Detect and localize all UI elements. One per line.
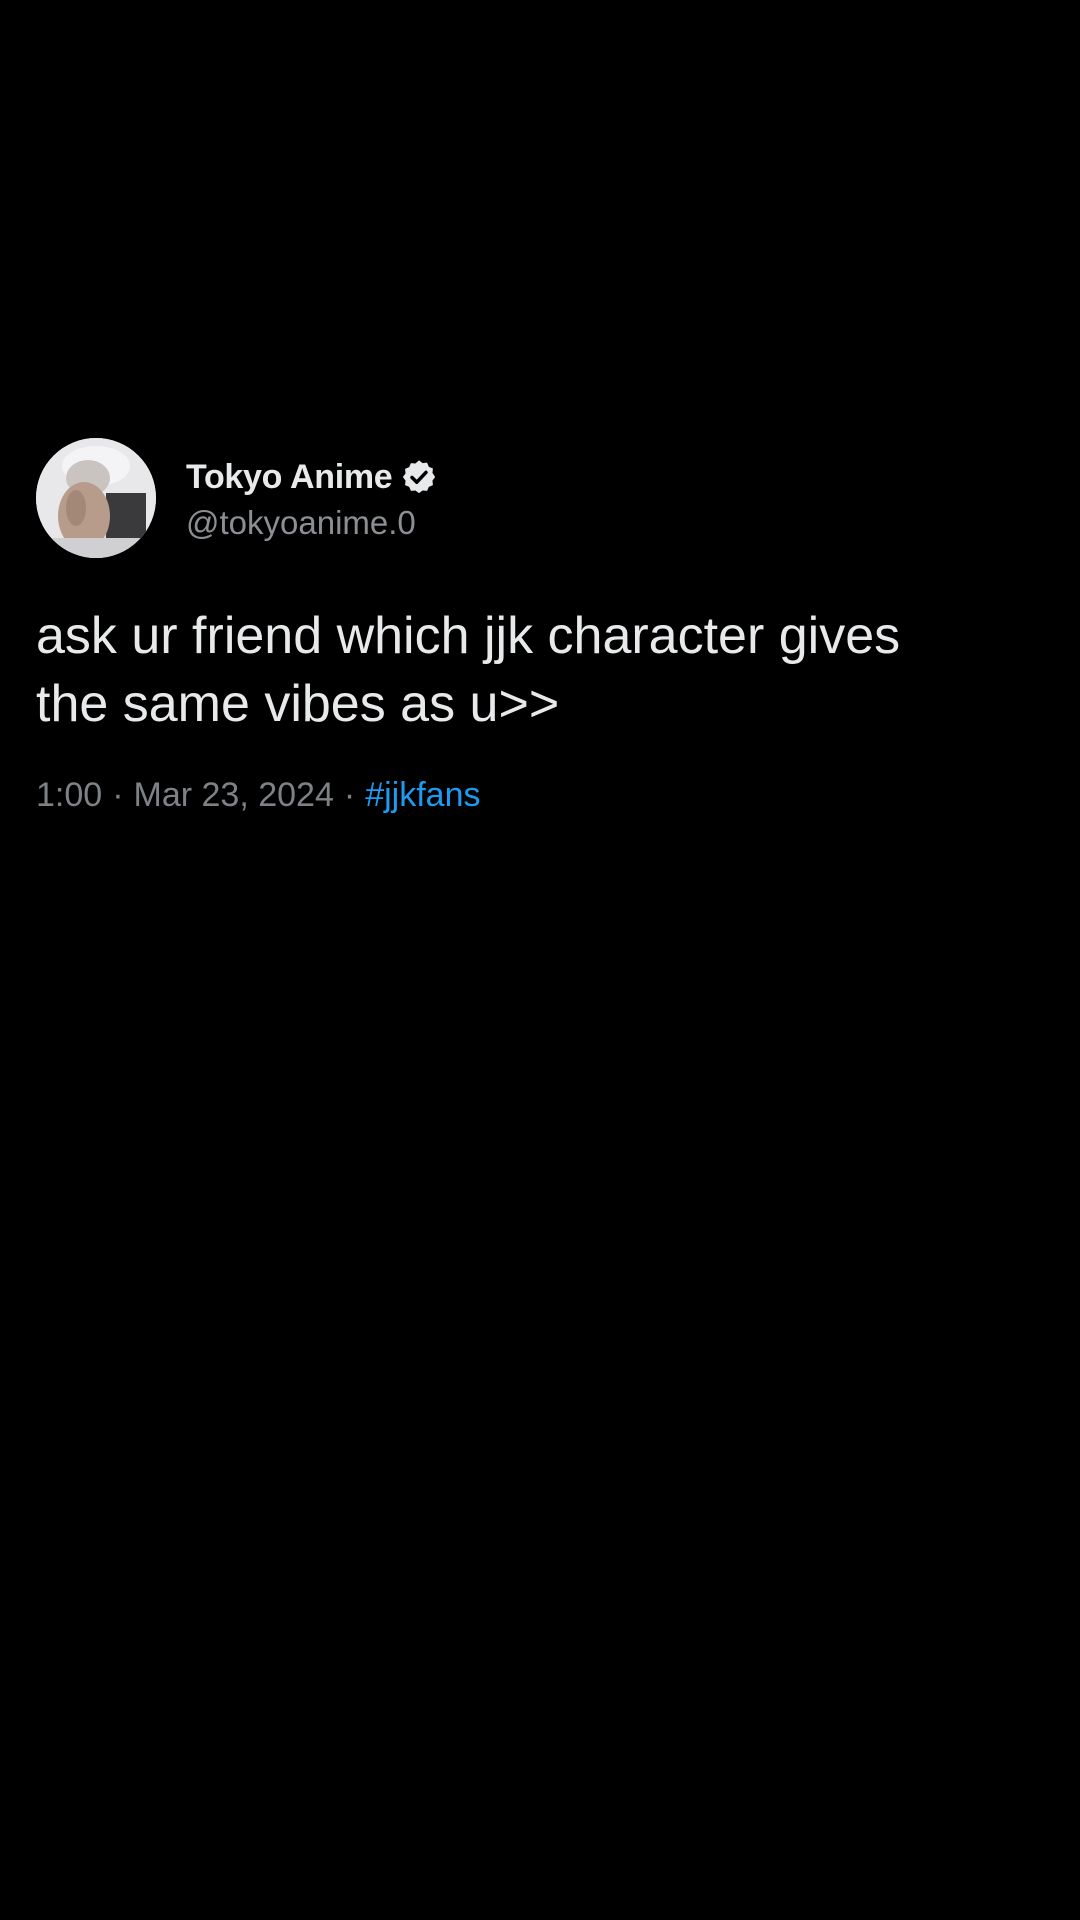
display-name[interactable]: Tokyo Anime bbox=[186, 458, 393, 497]
tweet-identity: Tokyo Anime @tokyoanime.0 bbox=[186, 454, 438, 542]
tweet-card: Tokyo Anime @tokyoanime.0 ask ur friend … bbox=[36, 438, 1044, 815]
avatar-image bbox=[36, 438, 156, 558]
tweet-text: ask ur friend which jjk character gives … bbox=[36, 607, 901, 733]
separator-dot: · bbox=[343, 776, 356, 814]
name-row: Tokyo Anime bbox=[186, 454, 438, 500]
avatar[interactable] bbox=[36, 438, 156, 558]
separator-dot: · bbox=[112, 776, 124, 814]
tweet-date: Mar 23, 2024 bbox=[133, 776, 334, 814]
user-handle[interactable]: @tokyoanime.0 bbox=[186, 504, 438, 542]
verified-badge-icon bbox=[400, 458, 438, 496]
hashtag-link[interactable]: #jjkfans bbox=[365, 776, 480, 815]
tweet-meta: 1:00 · Mar 23, 2024 · #jjkfans bbox=[36, 776, 1044, 815]
tweet-time: 1:00 bbox=[36, 776, 103, 814]
tweet-header: Tokyo Anime @tokyoanime.0 bbox=[36, 438, 1044, 558]
